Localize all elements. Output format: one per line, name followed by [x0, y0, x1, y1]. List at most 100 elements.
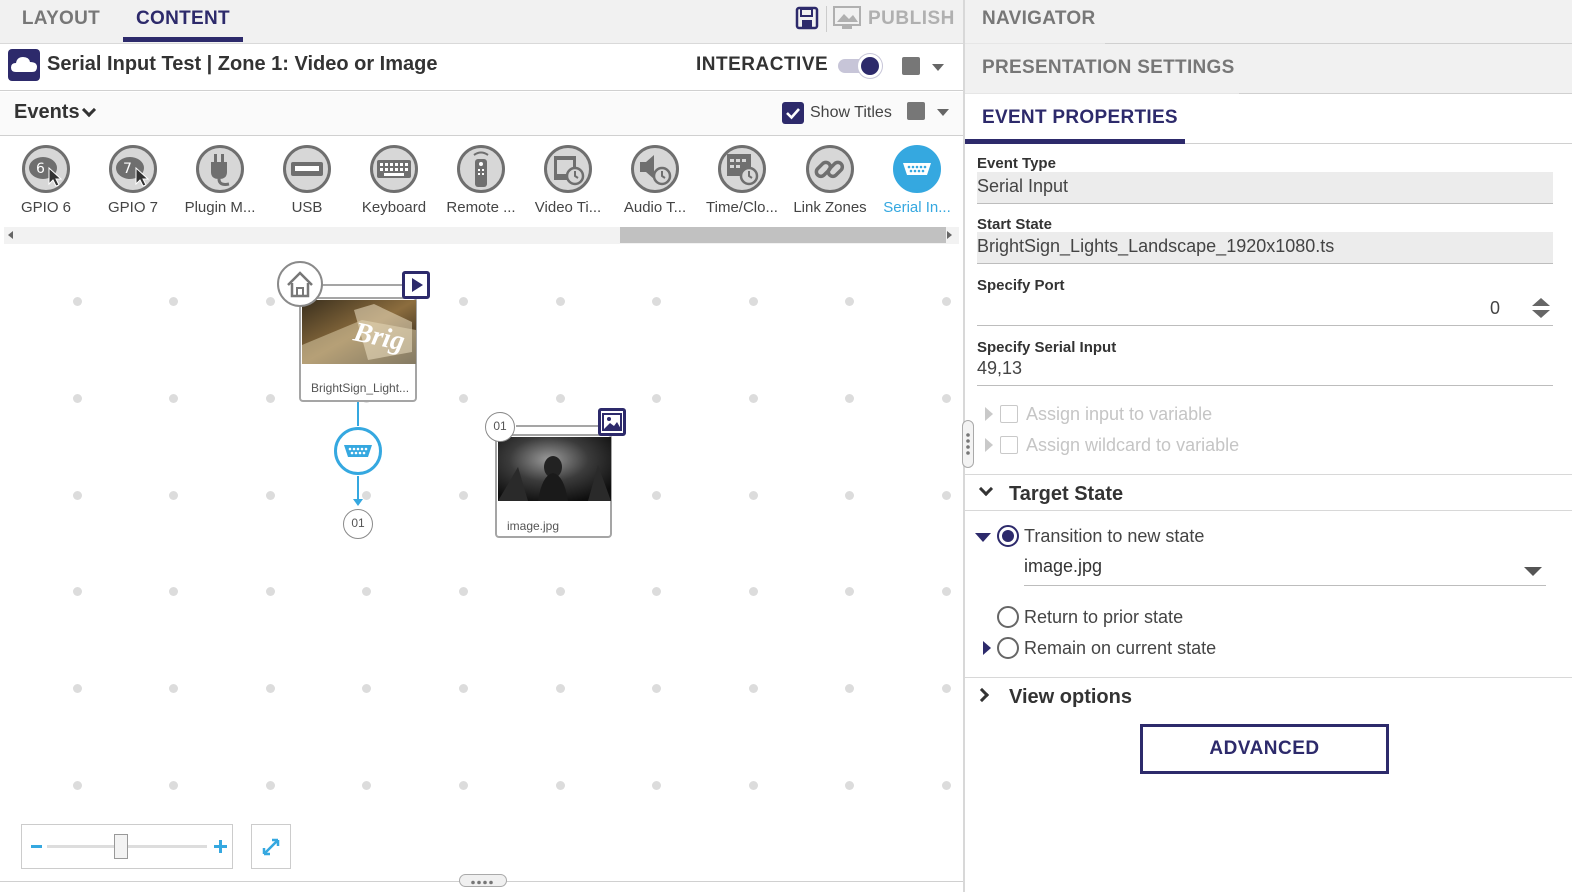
chevron-right-icon [974, 687, 990, 703]
content-pane: LAYOUT CONTENT PUBLISH Serial Input Test… [0, 0, 963, 892]
view-options-header[interactable]: View options [965, 677, 1572, 713]
side-resize-handle[interactable] [962, 420, 974, 468]
event-type-link-zones[interactable]: Link Zones [786, 145, 874, 216]
image-thumbnail [498, 437, 611, 501]
show-titles-checkbox[interactable] [782, 102, 804, 124]
time-clock-icon [718, 145, 766, 193]
tab-presentation-settings-label: PRESENTATION SETTINGS [982, 57, 1235, 78]
event-type-label: Video Ti... [534, 199, 602, 216]
event-type-time-clock[interactable]: Time/Clo... [698, 145, 786, 216]
target-state-select[interactable]: image.jpg [1024, 556, 1546, 586]
return-prior-radio[interactable] [997, 606, 1019, 628]
event-type-video-timecode[interactable]: Video Ti... [524, 145, 612, 216]
zoom-out-icon[interactable] [31, 845, 42, 848]
link-icon [806, 145, 854, 193]
expand-arrow-icon[interactable] [985, 438, 993, 452]
event-type-gpio-7[interactable]: 7 GPIO 7 [89, 145, 177, 216]
state-card-image[interactable]: image.jpg [495, 434, 612, 538]
show-titles-label: Show Titles [810, 104, 892, 121]
scrollbar-thumb[interactable] [620, 227, 946, 243]
chevron-down-icon[interactable] [937, 109, 949, 116]
start-state-label: Start State [977, 216, 1053, 233]
event-type-label: GPIO 7 [107, 199, 159, 216]
interactive-toggle[interactable] [838, 54, 884, 78]
chevron-down-icon[interactable] [81, 102, 97, 118]
event-type-label: Serial In... [883, 199, 951, 216]
event-type-label: Time/Clo... [706, 199, 778, 216]
transition-radio[interactable] [997, 525, 1019, 547]
event-type-serial-input[interactable]: Serial In... [873, 145, 961, 216]
tab-presentation-settings[interactable]: PRESENTATION SETTINGS [965, 44, 1572, 95]
publish-button[interactable]: PUBLISH [868, 8, 955, 30]
selected-state: image.jpg [1024, 556, 1103, 576]
event-type-label: Keyboard [361, 199, 427, 216]
fit-to-screen-button[interactable] [251, 824, 291, 869]
state-label: image.jpg [507, 519, 560, 533]
scroll-right-icon[interactable] [947, 231, 952, 239]
publish-icon[interactable] [833, 6, 861, 30]
serial-input-field[interactable]: 49,13 [977, 354, 1553, 386]
events-options-icon[interactable] [907, 102, 925, 120]
event-type-usb[interactable]: USB [263, 145, 351, 216]
interactive-canvas[interactable]: Brig BrightSign_Light... 01 image.jpg 01 [4, 245, 959, 881]
event-type-label: Remote ... [446, 199, 516, 216]
zone-title: Serial Input Test | Zone 1: Video or Ima… [47, 53, 438, 75]
event-type-value: Serial Input [977, 172, 1553, 204]
expand-arrow-icon[interactable] [983, 641, 991, 655]
tab-event-properties[interactable]: EVENT PROPERTIES [965, 94, 1572, 144]
spin-down-icon[interactable] [1532, 310, 1550, 318]
plugin-icon [196, 145, 244, 193]
target-state-header[interactable]: Target State [965, 474, 1572, 510]
event-type-gpio-6[interactable]: 6 GPIO 6 [2, 145, 90, 216]
event-type-label: Event Type [977, 155, 1056, 172]
state-card-video[interactable]: Brig BrightSign_Light... [299, 297, 417, 402]
event-type-remote[interactable]: Remote ... [437, 145, 525, 216]
event-type-audio-timecode[interactable]: Audio T... [611, 145, 699, 216]
view-options-title: View options [1009, 686, 1132, 708]
event-type-label: GPIO 6 [20, 199, 72, 216]
specify-port-field[interactable]: 0 [977, 294, 1553, 326]
zoom-slider-handle[interactable] [114, 834, 128, 859]
toolbar-divider [826, 6, 827, 32]
event-type-plugin[interactable]: Plugin M... [176, 145, 264, 216]
tab-layout[interactable]: LAYOUT [0, 0, 122, 42]
section-divider [965, 510, 1572, 511]
svg-text:7: 7 [123, 161, 132, 177]
tab-navigator[interactable]: NAVIGATOR [965, 0, 1572, 45]
chevron-down-icon[interactable] [932, 64, 944, 71]
gpio-6-icon: 6 [22, 145, 70, 193]
assign-wildcard-label: Assign wildcard to variable [1026, 435, 1240, 455]
assign-wildcard-checkbox[interactable] [1000, 436, 1018, 454]
tab-navigator-label: NAVIGATOR [982, 8, 1096, 29]
tab-content[interactable]: CONTENT [123, 0, 243, 42]
chevron-down-icon [1524, 567, 1542, 576]
zoom-in-icon[interactable] [214, 840, 227, 853]
zone-options-icon[interactable] [902, 57, 920, 75]
resize-handle[interactable] [459, 874, 507, 887]
expand-arrow-icon[interactable] [985, 407, 993, 421]
palette-scrollbar[interactable] [4, 227, 959, 244]
event-target-number: 01 [343, 509, 373, 539]
expand-icon [262, 838, 280, 856]
events-dropdown[interactable]: Events [14, 101, 80, 124]
video-thumbnail: Brig [302, 300, 416, 364]
save-icon[interactable] [795, 6, 819, 30]
event-connector [322, 284, 604, 506]
advanced-button[interactable]: ADVANCED [1140, 724, 1389, 774]
spin-up-icon[interactable] [1532, 298, 1550, 306]
event-type-palette: 6 GPIO 6 7 GPIO 7 Plugin M... USB Keyboa… [0, 137, 963, 227]
event-type-label: USB [291, 199, 323, 216]
transition-label: Transition to new state [1024, 526, 1205, 546]
assign-input-label: Assign input to variable [1026, 404, 1213, 424]
gpio-7-icon: 7 [109, 145, 157, 193]
remain-current-label: Remain on current state [1024, 638, 1217, 658]
serial-port-icon [893, 145, 941, 193]
remain-current-radio[interactable] [997, 637, 1019, 659]
serial-event-node[interactable] [334, 427, 382, 475]
target-state-title: Target State [1009, 483, 1124, 505]
event-type-keyboard[interactable]: Keyboard [350, 145, 438, 216]
assign-input-checkbox[interactable] [1000, 405, 1018, 423]
scroll-left-icon[interactable] [8, 231, 13, 239]
event-type-label: Audio T... [623, 199, 687, 216]
collapse-arrow-icon[interactable] [975, 533, 991, 542]
